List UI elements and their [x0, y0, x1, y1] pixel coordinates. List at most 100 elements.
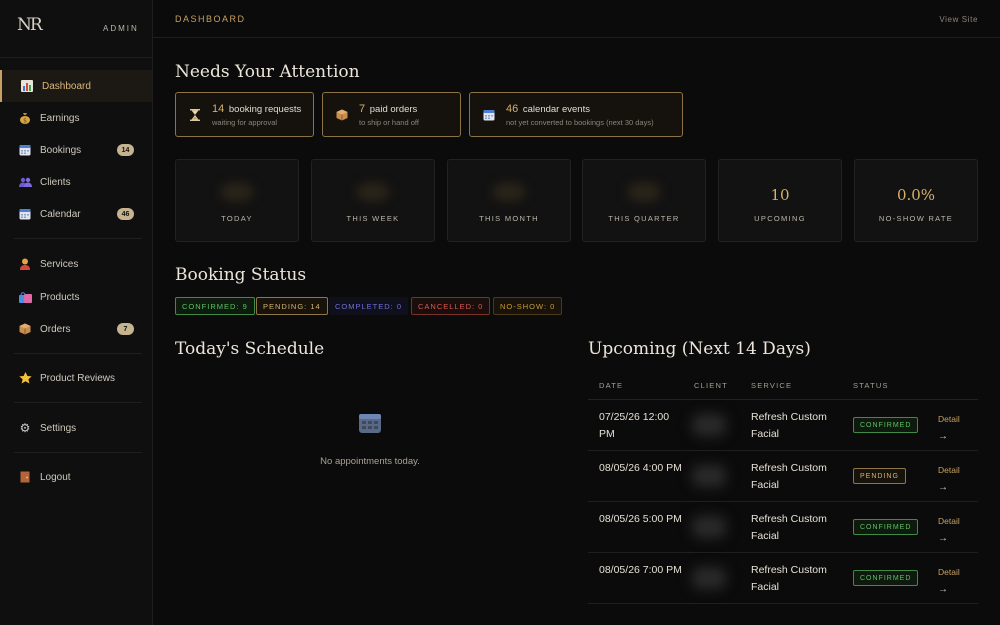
- attention-card-bookings[interactable]: 14 booking requests waiting for approval: [175, 92, 314, 137]
- arrow-right-icon: →: [938, 584, 948, 595]
- svg-text:$: $: [23, 118, 27, 125]
- blurred-value: [356, 182, 390, 202]
- sidebar-item-dashboard[interactable]: Dashboard: [0, 70, 152, 102]
- stat-card-this-month: THIS MONTH: [447, 159, 571, 242]
- table-header: DATE CLIENT SERVICE STATUS: [588, 372, 978, 400]
- arrow-right-icon: →: [938, 482, 948, 493]
- sidebar-item-bookings[interactable]: Bookings 14: [0, 134, 152, 166]
- calendar-icon: [482, 108, 496, 122]
- detail-link[interactable]: Detail →: [938, 513, 960, 547]
- row-date: 07/25/26 12:00 PM: [599, 411, 670, 440]
- status-chip-pending[interactable]: PENDING: 14: [256, 297, 328, 315]
- client-name-redacted: [692, 465, 726, 487]
- status-badge: CONFIRMED: [853, 570, 919, 586]
- attention-title: Needs Your Attention: [175, 62, 360, 82]
- door-icon: [18, 470, 32, 484]
- hourglass-icon: [188, 108, 202, 122]
- package-icon: [335, 108, 349, 122]
- stat-card-upcoming: 10 UPCOMING: [718, 159, 842, 242]
- sidebar-item-earnings[interactable]: $ Earnings: [0, 102, 152, 134]
- row-date: 08/05/26 4:00 PM: [599, 462, 682, 474]
- view-site-link[interactable]: View Site: [939, 15, 978, 24]
- status-chip-confirmed[interactable]: CONFIRMED: 9: [175, 297, 255, 315]
- status-badge: CONFIRMED: [853, 519, 919, 535]
- column-header: CLIENT: [694, 381, 728, 390]
- row-service: Refresh Custom Facial: [751, 513, 827, 542]
- sidebar-item-clients[interactable]: Clients: [0, 166, 152, 198]
- detail-link-label: Detail: [938, 414, 960, 424]
- empty-state-text: No appointments today.: [320, 456, 420, 467]
- stat-value: 0.0%: [896, 186, 936, 204]
- client-name-redacted: [692, 516, 726, 538]
- topbar: DASHBOARD View Site: [153, 0, 1000, 38]
- sidebar-item-products[interactable]: Products: [0, 281, 152, 313]
- attention-card-calendar[interactable]: 46 calendar events not yet converted to …: [469, 92, 683, 137]
- attention-count: 46: [506, 102, 519, 115]
- people-icon: [18, 175, 32, 189]
- divider: [14, 402, 142, 403]
- sidebar-item-label: Bookings: [40, 144, 82, 156]
- stat-card-this-quarter: THIS QUARTER: [582, 159, 706, 242]
- chart-icon: [20, 79, 34, 93]
- sidebar-item-services[interactable]: Services: [0, 248, 152, 280]
- status-chip-completed[interactable]: COMPLETED: 0: [329, 297, 409, 315]
- sidebar-item-label: Orders: [40, 323, 71, 335]
- calendar-icon: [358, 412, 382, 434]
- column-header: DATE: [599, 381, 624, 390]
- attention-card-orders[interactable]: 7 paid orders to ship or hand off: [322, 92, 461, 137]
- detail-link-label: Detail: [938, 465, 960, 475]
- calendar-icon: [18, 143, 32, 157]
- sidebar-item-calendar[interactable]: Calendar 46: [0, 198, 152, 230]
- attention-sub: not yet converted to bookings (next 30 d…: [506, 117, 654, 127]
- table-row: 08/05/26 5:00 PM Refresh Custom Facial C…: [588, 502, 978, 553]
- logo-mark: NR: [17, 15, 43, 35]
- table-row: 08/05/26 7:00 PM Refresh Custom Facial C…: [588, 553, 978, 604]
- sidebar-item-logout[interactable]: Logout: [0, 461, 152, 493]
- attention-count: 7: [359, 102, 366, 115]
- sidebar-item-label: Logout: [40, 471, 71, 483]
- status-chip-no-show[interactable]: NO-SHOW: 0: [493, 297, 563, 315]
- detail-link[interactable]: Detail →: [938, 411, 960, 445]
- bookings-count-badge: 14: [117, 144, 134, 156]
- sidebar-item-label: Earnings: [40, 112, 80, 124]
- star-icon: [18, 371, 32, 385]
- attention-count: 14: [212, 102, 225, 115]
- stat-label: THIS QUARTER: [608, 214, 680, 223]
- sidebar-item-label: Services: [40, 258, 79, 270]
- stat-label: THIS WEEK: [346, 214, 400, 223]
- sidebar-item-label: Product Reviews: [40, 372, 116, 384]
- status-badge: CONFIRMED: [853, 417, 919, 433]
- row-service: Refresh Custom Facial: [751, 564, 827, 593]
- sidebar-item-product-reviews[interactable]: Product Reviews: [0, 362, 152, 394]
- table-row: 08/05/26 4:00 PM Refresh Custom Facial P…: [588, 451, 978, 502]
- row-date: 08/05/26 5:00 PM: [599, 513, 682, 525]
- sidebar-item-label: Calendar: [40, 208, 81, 220]
- brand-logo[interactable]: NR: [17, 16, 43, 40]
- divider: [0, 57, 153, 58]
- detail-link-label: Detail: [938, 516, 960, 526]
- stat-label: NO-SHOW RATE: [878, 214, 954, 223]
- calendar-count-badge: 46: [117, 208, 134, 220]
- stat-label: UPCOMING: [754, 214, 806, 223]
- detail-link-label: Detail: [938, 567, 960, 577]
- sidebar-item-orders[interactable]: Orders 7: [0, 313, 152, 345]
- detail-link[interactable]: Detail →: [938, 462, 960, 496]
- calendar-icon: [18, 207, 32, 221]
- divider: [14, 353, 142, 354]
- attention-sub: to ship or hand off: [359, 117, 419, 127]
- person-icon: [18, 257, 32, 271]
- blurred-value: [492, 182, 526, 202]
- detail-link[interactable]: Detail →: [938, 564, 960, 598]
- stat-label: TODAY: [221, 214, 253, 223]
- client-name-redacted: [692, 567, 726, 589]
- attention-label: calendar events: [522, 103, 590, 115]
- divider: [14, 238, 142, 239]
- status-chip-cancelled[interactable]: CANCELLED: 0: [411, 297, 491, 315]
- row-service: Refresh Custom Facial: [751, 411, 827, 440]
- sidebar-item-label: Clients: [40, 176, 71, 188]
- sidebar-item-label: Settings: [40, 422, 77, 434]
- client-name-redacted: [692, 414, 726, 436]
- stat-value: 10: [770, 186, 790, 204]
- sidebar-item-settings[interactable]: ⚙ Settings: [0, 412, 152, 444]
- column-header: STATUS: [853, 381, 889, 390]
